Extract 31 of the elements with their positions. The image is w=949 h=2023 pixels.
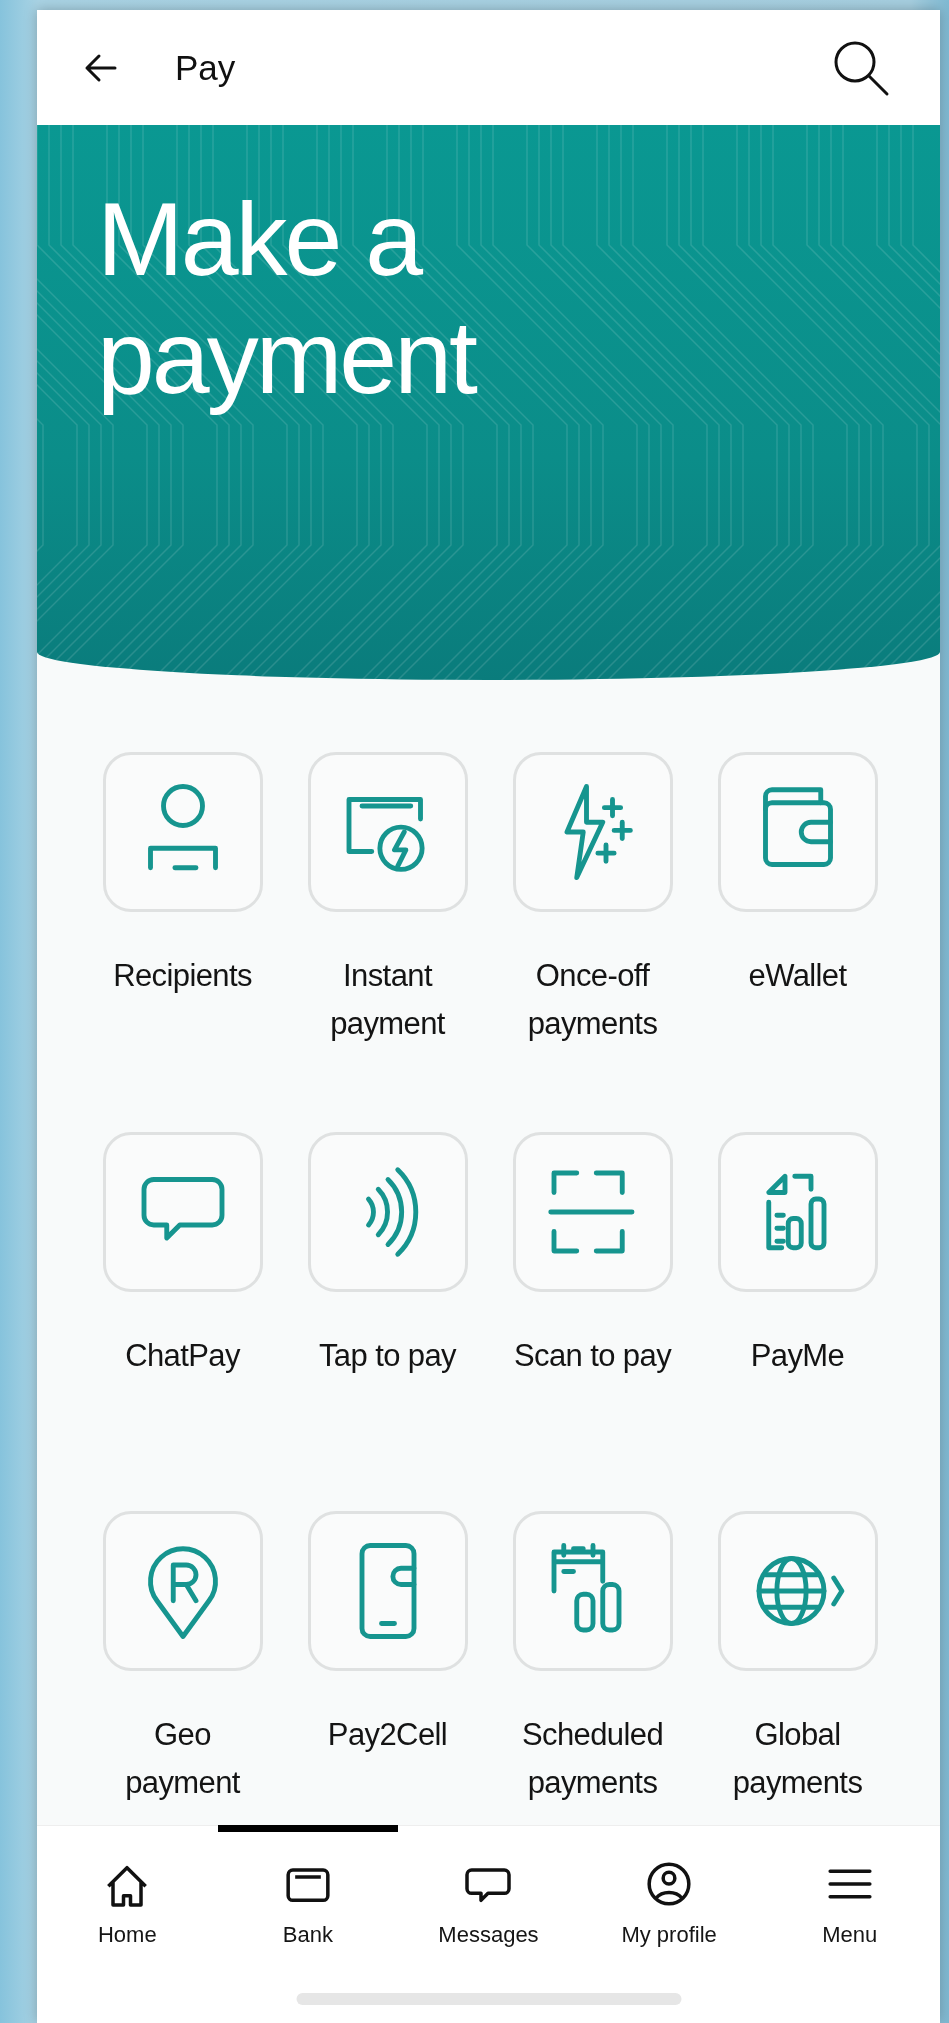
action-tile[interactable] (102, 752, 263, 912)
action-label: PayMe (749, 1336, 846, 1375)
action-tile[interactable] (717, 1131, 878, 1292)
action-label: Pay2Cell (326, 1716, 449, 1755)
action-tile[interactable] (307, 752, 468, 912)
action-label: Tap to pay (317, 1336, 458, 1375)
action-label: Recipients (112, 957, 253, 995)
action-tile[interactable] (307, 1131, 468, 1292)
action-label: Once-off payments (526, 957, 659, 1043)
action-label: Global payments (731, 1716, 864, 1803)
page-title: Pay (175, 47, 237, 88)
action-tile[interactable] (102, 1131, 263, 1292)
action-label: ChatPay (124, 1336, 242, 1375)
nav-item[interactable]: My profile (578, 1826, 760, 2023)
page-heading: Make a payment (97, 180, 477, 416)
nav-item[interactable]: Bank (217, 1826, 399, 2023)
action-tile[interactable] (512, 1511, 673, 1672)
action-tile[interactable] (717, 752, 878, 912)
action-tile[interactable] (512, 752, 673, 912)
action-label: Scan to pay (512, 1336, 673, 1375)
action-label: Geo payment (124, 1716, 241, 1803)
nav-item[interactable]: Home (37, 1826, 218, 2023)
action-label: eWallet (747, 957, 848, 995)
action-tile[interactable] (307, 1511, 468, 1672)
action-tile[interactable] (512, 1131, 673, 1292)
action-tile[interactable] (102, 1511, 263, 1672)
nav-item[interactable]: Menu (759, 1826, 940, 2023)
action-label: Scheduled payments (520, 1716, 665, 1803)
action-tile[interactable] (717, 1511, 878, 1672)
action-label: Instant payment (329, 957, 446, 1043)
nav-item[interactable]: Messages (398, 1826, 579, 2023)
